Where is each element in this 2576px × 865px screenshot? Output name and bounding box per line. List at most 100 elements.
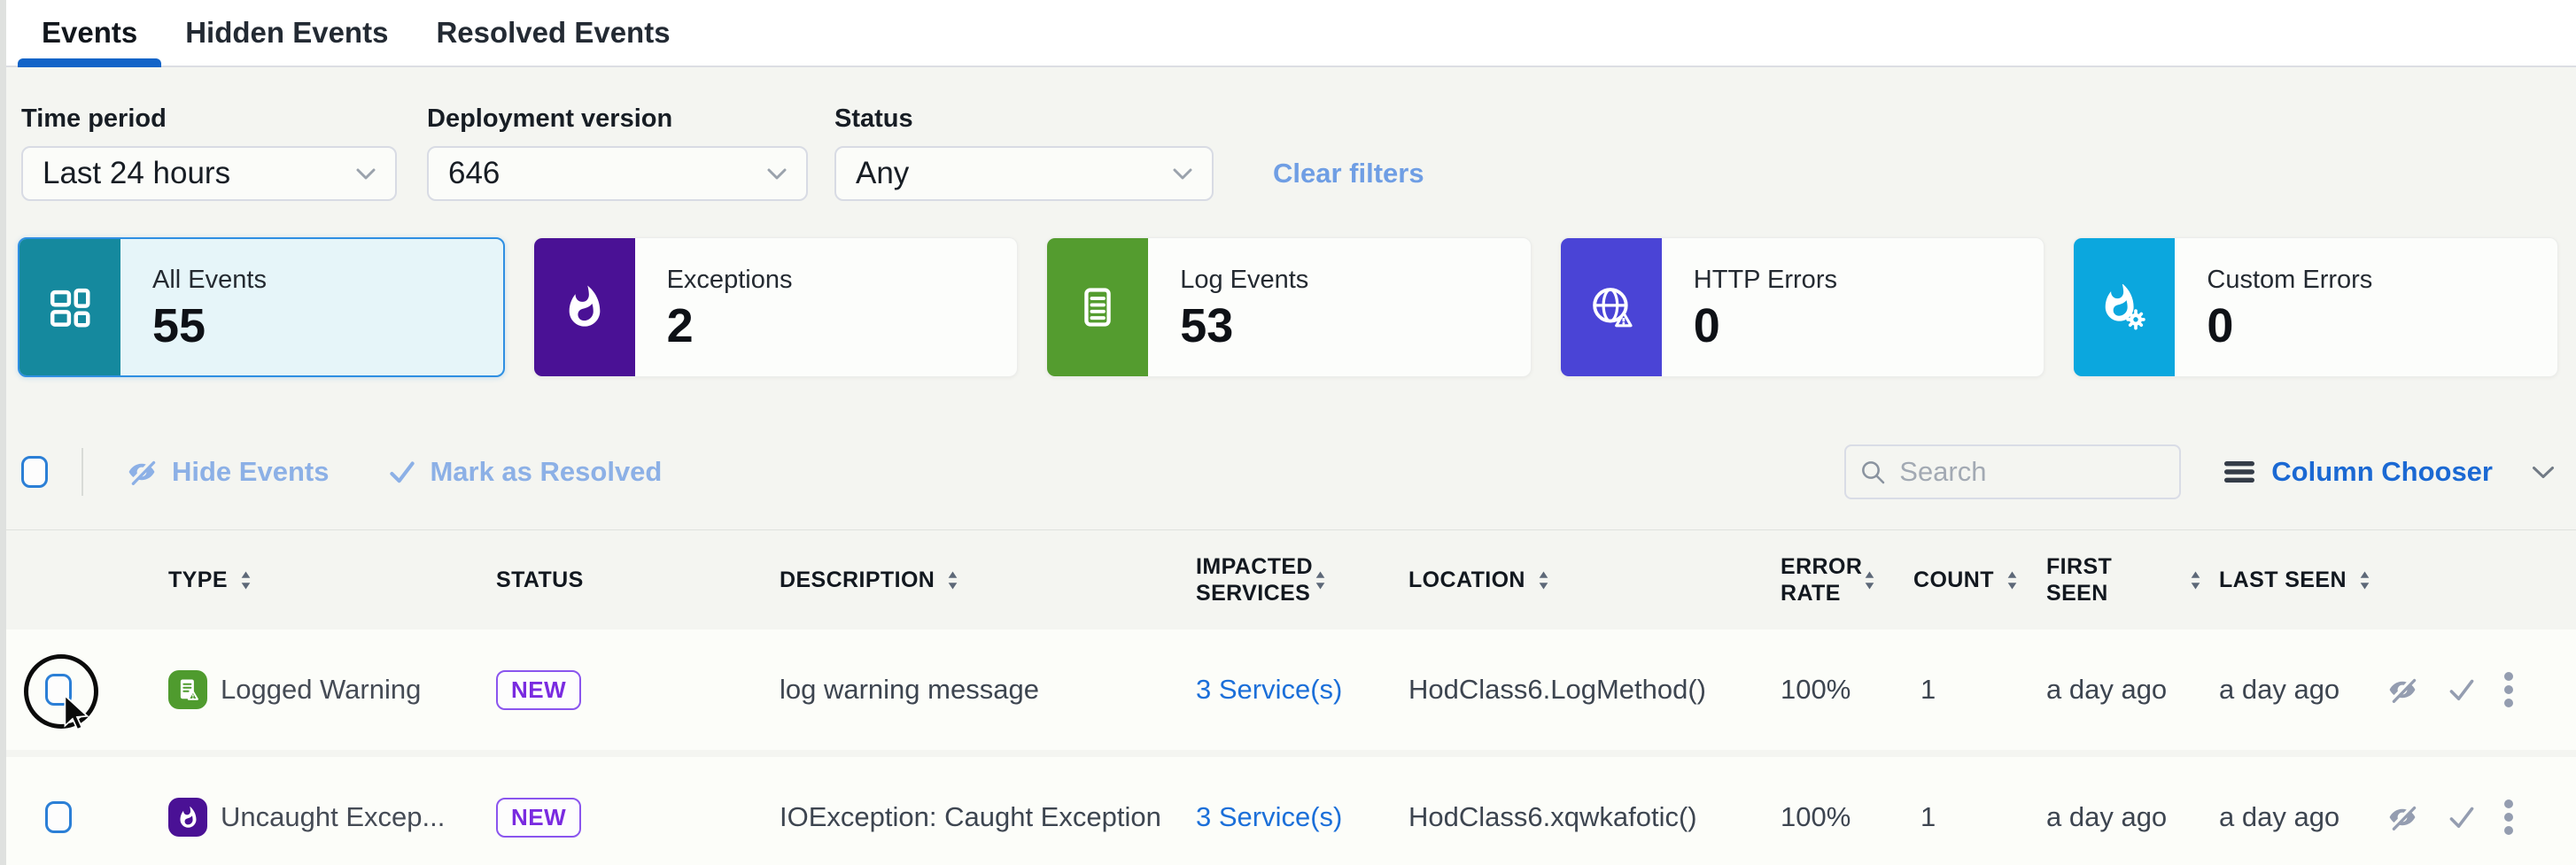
status-value: Any [856, 156, 909, 191]
card-value: 0 [1694, 302, 2045, 350]
column-header-type[interactable]: TYPE [151, 530, 478, 629]
card-log-events[interactable]: Log Events 53 [1046, 237, 1532, 377]
sort-icon[interactable] [2006, 571, 2018, 590]
card-label: Custom Errors [2207, 266, 2557, 295]
column-header-error-rate[interactable]: ERROR RATE [1763, 530, 1896, 629]
event-type-label: Uncaught Excep... [221, 801, 445, 833]
chevron-down-icon [356, 168, 376, 180]
eye-slash-icon [124, 457, 159, 487]
type-cell: Uncaught Excep... [151, 757, 478, 865]
hide-event-icon[interactable] [2385, 675, 2420, 705]
sort-icon[interactable] [2359, 571, 2370, 590]
log-document-icon [1047, 238, 1148, 376]
column-chooser-button[interactable]: Column Chooser [2223, 456, 2555, 488]
search-input[interactable] [1844, 444, 2181, 499]
kebab-menu-icon[interactable] [2503, 798, 2514, 837]
card-label: All Events [152, 266, 503, 295]
location-cell: HodClass6.xqwkafotic() [1391, 757, 1763, 865]
table-header-row: TYPE STATUS DESCRIPTION IMPACTED SERVICE… [0, 530, 2576, 629]
column-header-count[interactable]: COUNT [1896, 530, 2029, 629]
stat-cards: All Events 55 Exceptions 2 Log Events 53 [18, 237, 2558, 377]
mark-resolved-label: Mark as Resolved [430, 456, 662, 488]
card-value: 55 [152, 302, 503, 350]
card-exceptions[interactable]: Exceptions 2 [533, 237, 1019, 377]
sort-icon[interactable] [240, 571, 252, 590]
services-link[interactable]: 3 Service(s) [1196, 801, 1342, 833]
deployment-version-select[interactable]: 646 [427, 146, 808, 201]
first-seen-cell: a day ago [2029, 629, 2201, 750]
event-type-label: Logged Warning [221, 674, 421, 706]
tab-events[interactable]: Events [18, 0, 161, 66]
time-period-label: Time period [21, 104, 397, 134]
count-cell: 1 [1896, 757, 2029, 865]
search-box [1844, 444, 2181, 499]
check-icon [387, 459, 417, 485]
sort-icon[interactable] [1864, 571, 1875, 590]
services-link[interactable]: 3 Service(s) [1196, 674, 1342, 706]
error-rate-cell: 100% [1763, 757, 1896, 865]
card-label: HTTP Errors [1694, 266, 2045, 295]
row-actions [2374, 629, 2558, 750]
column-header-last-seen[interactable]: LAST SEEN [2201, 530, 2374, 629]
last-seen-cell: a day ago [2201, 757, 2374, 865]
status-badge: NEW [496, 798, 581, 838]
tab-bar: Events Hidden Events Resolved Events [0, 0, 2576, 67]
card-label: Log Events [1180, 266, 1531, 295]
row-checkbox[interactable] [45, 674, 72, 706]
first-seen-cell: a day ago [2029, 757, 2201, 865]
column-header-impacted-services[interactable]: IMPACTED SERVICES [1178, 530, 1391, 629]
deployment-version-value: 646 [448, 156, 500, 191]
column-header-status[interactable]: STATUS [478, 530, 762, 629]
chevron-down-icon [767, 168, 787, 180]
mark-resolved-button[interactable]: Mark as Resolved [387, 456, 662, 488]
sort-icon[interactable] [947, 571, 958, 590]
table-row: Logged Warning NEW log warning message 3… [0, 629, 2576, 750]
card-label: Exceptions [667, 266, 1018, 295]
time-period-value: Last 24 hours [43, 156, 230, 191]
impacted-services-cell: 3 Service(s) [1178, 629, 1391, 750]
row-checkbox[interactable] [45, 801, 72, 833]
table-row: Uncaught Excep... NEW IOException: Caugh… [0, 757, 2576, 865]
time-period-select[interactable]: Last 24 hours [21, 146, 397, 201]
time-period-filter: Time period Last 24 hours [21, 104, 397, 201]
row-divider [0, 750, 2576, 757]
sort-icon[interactable] [1315, 571, 1326, 590]
column-header-location[interactable]: LOCATION [1391, 530, 1763, 629]
card-value: 2 [667, 302, 1018, 350]
status-select[interactable]: Any [834, 146, 1214, 201]
hide-event-icon[interactable] [2385, 802, 2420, 832]
status-filter: Status Any [834, 104, 1214, 201]
chevron-down-icon [2532, 466, 2555, 479]
card-custom-errors[interactable]: Custom Errors 0 [2073, 237, 2558, 377]
tab-resolved-events[interactable]: Resolved Events [412, 0, 694, 66]
dashboard-grid-icon [19, 239, 120, 375]
column-header-description[interactable]: DESCRIPTION [762, 530, 1178, 629]
deployment-version-label: Deployment version [427, 104, 808, 134]
tab-hidden-events[interactable]: Hidden Events [161, 0, 412, 66]
log-warning-icon [168, 670, 207, 709]
hide-events-button[interactable]: Hide Events [124, 456, 329, 488]
last-seen-cell: a day ago [2201, 629, 2374, 750]
card-http-errors[interactable]: HTTP Errors 0 [1560, 237, 2045, 377]
sort-icon[interactable] [2190, 571, 2201, 590]
kebab-menu-icon[interactable] [2503, 670, 2514, 709]
events-table: TYPE STATUS DESCRIPTION IMPACTED SERVICE… [0, 530, 2576, 865]
clear-filters-button[interactable]: Clear filters [1273, 158, 1424, 189]
flame-icon [534, 238, 635, 376]
filters-section: Time period Last 24 hours Deployment ver… [21, 104, 2555, 211]
resolve-event-icon[interactable] [2447, 676, 2477, 703]
resolve-event-icon[interactable] [2447, 804, 2477, 830]
sort-icon[interactable] [1538, 571, 1549, 590]
status-cell: NEW [478, 629, 762, 750]
table-toolbar: Hide Events Mark as Resolved Column Choo… [21, 436, 2555, 508]
card-all-events[interactable]: All Events 55 [18, 237, 505, 377]
toolbar-divider [81, 448, 83, 496]
hamburger-menu-icon [2223, 460, 2255, 484]
description-cell: log warning message [762, 629, 1178, 750]
type-cell: Logged Warning [151, 629, 478, 750]
column-header-first-seen[interactable]: FIRST SEEN [2029, 530, 2201, 629]
select-all-checkbox[interactable] [21, 456, 48, 488]
description-cell: IOException: Caught Exception [762, 757, 1178, 865]
status-cell: NEW [478, 757, 762, 865]
card-value: 0 [2207, 302, 2557, 350]
